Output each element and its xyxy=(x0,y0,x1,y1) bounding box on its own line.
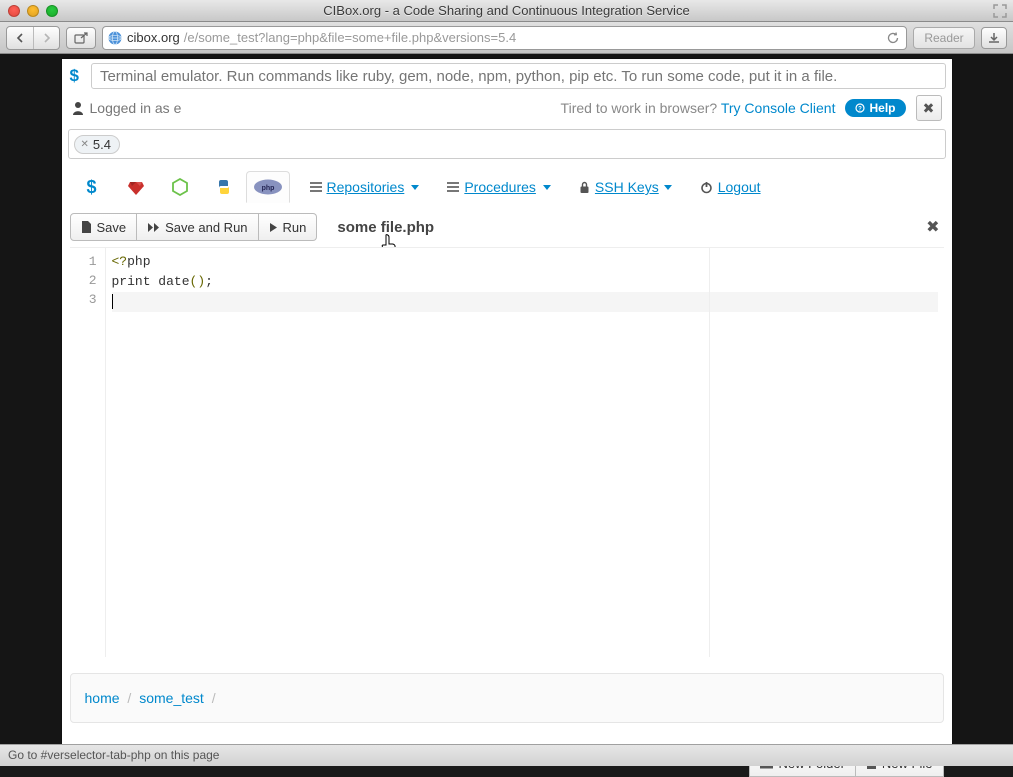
ruby-icon xyxy=(127,178,145,196)
php-icon: php xyxy=(253,179,283,195)
url-bar[interactable]: cibox.org/e/some_test?lang=php&file=some… xyxy=(102,26,907,50)
action-button-group: Save Save and Run Run xyxy=(70,213,318,241)
run-button[interactable]: Run xyxy=(259,213,318,241)
app-background: $ Logged in as e Tired to work in browse… xyxy=(0,54,1013,744)
code-line xyxy=(112,292,938,312)
line-number: 3 xyxy=(70,290,105,309)
traffic-lights xyxy=(8,5,58,17)
shell-tab[interactable]: $ xyxy=(70,171,114,203)
node-tab[interactable] xyxy=(158,171,202,203)
code-line: print date(); xyxy=(112,272,938,292)
terminal-row: $ xyxy=(62,59,952,93)
logged-in-text: Logged in as e xyxy=(90,100,182,116)
php-tab[interactable]: php xyxy=(246,171,290,203)
mac-titlebar: CIBox.org - a Code Sharing and Continuou… xyxy=(0,0,1013,22)
help-icon: ? xyxy=(855,103,865,113)
version-tag[interactable]: ✕ 5.4 xyxy=(74,135,120,154)
breadcrumb-panel: home / some_test / xyxy=(70,673,944,723)
user-icon xyxy=(72,101,84,115)
globe-icon xyxy=(107,30,123,46)
print-margin xyxy=(709,248,710,657)
python-icon xyxy=(215,178,233,196)
close-window-button[interactable] xyxy=(8,5,20,17)
status-bar: Go to #verselector-tab-php on this page xyxy=(0,744,1013,766)
forward-button[interactable] xyxy=(33,27,59,49)
logout-link[interactable]: Logout xyxy=(700,179,761,195)
help-badge[interactable]: ? Help xyxy=(845,99,905,117)
code-area[interactable]: <?php print date(); xyxy=(106,248,944,657)
file-icon xyxy=(81,221,92,233)
browser-toolbar: cibox.org/e/some_test?lang=php&file=some… xyxy=(0,22,1013,54)
breadcrumb-item[interactable]: some_test xyxy=(139,690,204,706)
list-icon xyxy=(310,182,322,192)
prompt-symbol: $ xyxy=(68,66,83,86)
caret-down-icon xyxy=(664,185,672,190)
terminal-input[interactable] xyxy=(91,63,946,89)
caret-down-icon xyxy=(411,185,419,190)
back-button[interactable] xyxy=(7,27,33,49)
url-host: cibox.org xyxy=(127,30,180,45)
procedures-menu[interactable]: Procedures xyxy=(447,179,551,195)
zoom-window-button[interactable] xyxy=(46,5,58,17)
code-line: <?php xyxy=(112,252,938,272)
app-panel: $ Logged in as e Tired to work in browse… xyxy=(62,59,952,744)
gutter: 1 2 3 xyxy=(70,248,106,657)
action-row: Save Save and Run Run some file.php ✖ xyxy=(62,213,952,241)
repositories-menu[interactable]: Repositories xyxy=(310,179,420,195)
file-name: some file.php xyxy=(337,219,434,236)
console-client-link[interactable]: Try Console Client xyxy=(721,100,836,116)
breadcrumb-sep: / xyxy=(212,690,216,706)
nav-buttons xyxy=(6,26,60,50)
remove-tag-icon[interactable]: ✕ xyxy=(81,139,89,150)
node-icon xyxy=(171,178,189,196)
close-file-button[interactable]: ✖ xyxy=(926,217,943,237)
breadcrumb-sep: / xyxy=(127,690,131,706)
version-tag-label: 5.4 xyxy=(93,137,111,152)
reader-button[interactable]: Reader xyxy=(913,27,975,49)
save-and-run-button[interactable]: Save and Run xyxy=(137,213,258,241)
svg-text:?: ? xyxy=(859,107,863,113)
status-text: Go to #verselector-tab-php on this page xyxy=(8,748,219,762)
save-button[interactable]: Save xyxy=(70,213,138,241)
reload-icon[interactable] xyxy=(884,31,902,45)
list-icon xyxy=(447,182,459,192)
url-path: /e/some_test?lang=php&file=some+file.php… xyxy=(184,30,516,45)
version-row: ✕ 5.4 xyxy=(62,129,952,167)
python-tab[interactable] xyxy=(202,171,246,203)
fullscreen-icon[interactable] xyxy=(993,4,1007,18)
downloads-button[interactable] xyxy=(981,27,1007,49)
ruby-tab[interactable] xyxy=(114,171,158,203)
lock-icon xyxy=(579,181,590,194)
power-icon xyxy=(700,181,713,194)
breadcrumb-home[interactable]: home xyxy=(85,690,120,706)
session-row: Logged in as e Tired to work in browser?… xyxy=(62,93,952,129)
version-selector[interactable]: ✕ 5.4 xyxy=(68,129,946,159)
sshkeys-menu[interactable]: SSH Keys xyxy=(579,179,672,195)
share-button[interactable] xyxy=(66,27,96,49)
svg-text:php: php xyxy=(261,185,274,192)
dollar-icon: $ xyxy=(86,177,96,198)
window-title: CIBox.org - a Code Sharing and Continuou… xyxy=(0,3,1013,18)
dismiss-button[interactable]: ✖ xyxy=(916,95,942,121)
lang-nav: $ php Repositories xyxy=(62,167,952,213)
play-icon xyxy=(269,222,278,233)
caret-down-icon xyxy=(543,185,551,190)
code-editor[interactable]: 1 2 3 <?php print date(); xyxy=(70,247,944,657)
line-number: 2 xyxy=(70,271,105,290)
minimize-window-button[interactable] xyxy=(27,5,39,17)
line-number: 1 xyxy=(70,252,105,271)
fast-forward-icon xyxy=(147,222,160,233)
tired-text: Tired to work in browser? Try Console Cl… xyxy=(561,100,836,116)
